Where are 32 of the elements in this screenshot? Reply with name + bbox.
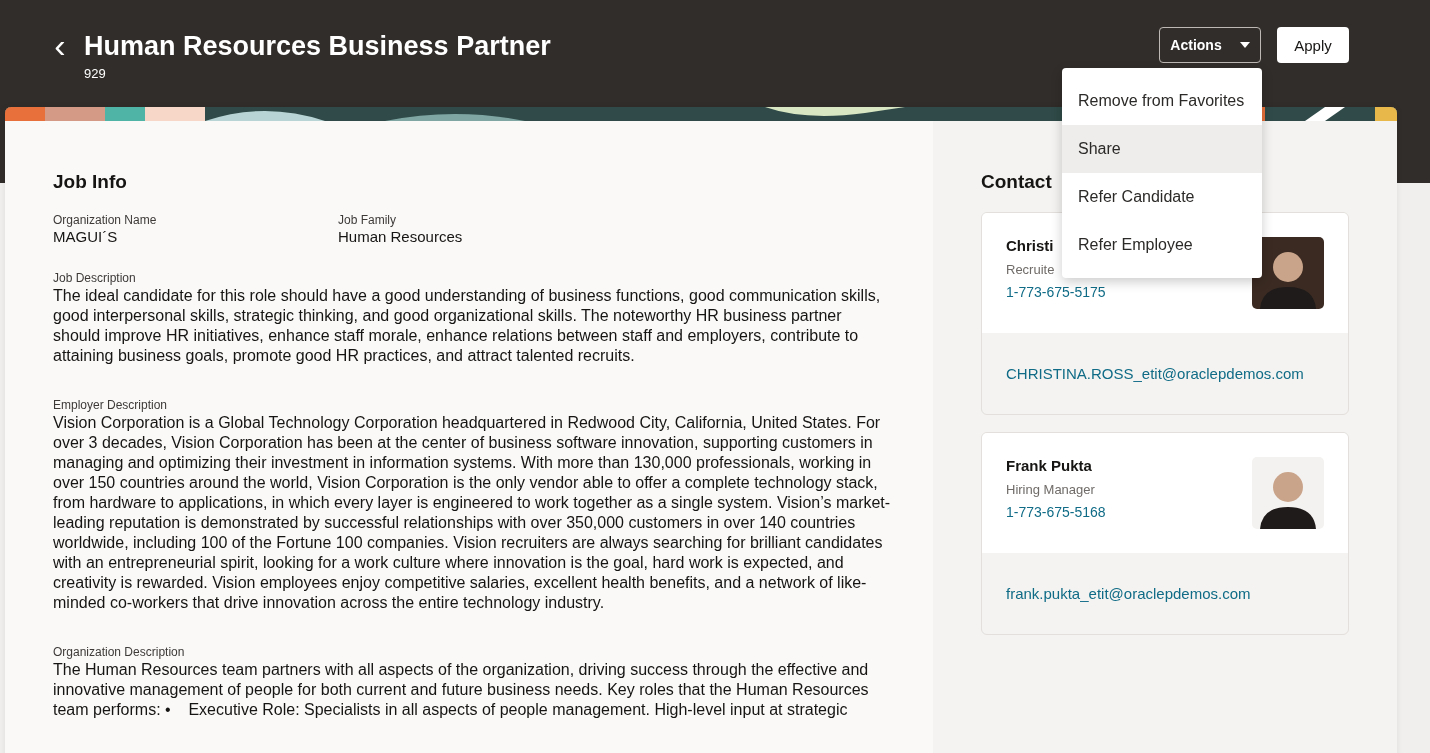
page-title: Human Resources Business Partner xyxy=(84,30,551,63)
field-label: Organization Name xyxy=(53,213,158,227)
contact-name: Christi xyxy=(1006,237,1054,254)
description-text: The Human Resources team partners with all aspects of the organization, driving success through the effective and innovative management of people for both current and future business needs. Key roles that the Human Resources team performs: • Executive Role: Specialists in all aspects of people management. High-level input at strategic xyxy=(53,660,870,720)
description-text: Vision Corporation is a Global Technology Corporation headquartered in Redwood City, California, United States. For over 3 decades, Vision Corporation has been at the center of business software innovation, supporting customers in managing and optimizing their investment in information systems. With more than 130,000 professionals, working in over 150 countries around the world, Vision Corporation is the only vendor able to offer a complete technology stack, from hardware to applications, in which every layer is engineered to work together as a single system. Vision’s market-leading reputation is demonstrated by successful relationships with over 350,000 customers in over 140 countries worldwide, including 100 of the Fortune 100 companies. Vision recruiters are always searching for brilliant candidates with an entrepreneurial spirit, looking for a work culture where innovation is the goal, hard work is expected, and creativity is rewarded. Vision employees enjoy competitive salaries, excellent health benefits, and a network of like-minded co-workers that drive innovation across the entire technology industry. xyxy=(53,413,892,613)
field-label: Job Description xyxy=(53,271,137,285)
email-link[interactable]: frank.pukta_etit@oraclepdemos.com xyxy=(1006,585,1324,602)
section-title: Contact xyxy=(981,171,1053,193)
field-label: Employer Description xyxy=(53,398,169,412)
field-value: Human Resources xyxy=(338,228,464,245)
contact-role: Hiring Manager xyxy=(1006,482,1095,497)
menu-item[interactable]: Refer Candidate xyxy=(1062,173,1262,221)
section-title: Job Info xyxy=(53,171,128,193)
field-value: MAGUI´S xyxy=(53,228,119,245)
menu-item[interactable]: Refer Employee xyxy=(1062,221,1262,269)
menu-item[interactable]: Remove from Favorites xyxy=(1062,77,1262,125)
menu-item[interactable]: Share xyxy=(1062,125,1262,173)
email-link[interactable]: CHRISTINA.ROSS_etit@oraclepdemos.com xyxy=(1006,365,1324,382)
phone-link[interactable]: 1-773-675-5168 xyxy=(1006,504,1106,520)
phone-link[interactable]: 1-773-675-5175 xyxy=(1006,284,1106,300)
requisition-number: 929 xyxy=(84,66,107,81)
field-label: Job Family xyxy=(338,213,397,227)
description-text: The ideal candidate for this role should have a good understanding of business functions, good communication skills, good interpersonal skills, strategic thinking, and good organizational skills. The noteworthy HR business partner should improve HR initiatives, enhance staff morale, enhance relations between staff and employers, contribute to attaining business goals, promote good HR practices, and attract talented recruits. xyxy=(53,286,882,366)
caret-icon xyxy=(1239,42,1250,48)
actions-button[interactable]: Actions xyxy=(1159,27,1261,63)
contact-name: Frank Pukta xyxy=(1006,457,1092,474)
apply-button[interactable]: Apply xyxy=(1277,27,1349,63)
avatar-icon xyxy=(1252,457,1324,529)
field-label: Organization Description xyxy=(53,645,186,659)
back-button[interactable]: ‹ xyxy=(50,28,70,62)
avatar-icon xyxy=(1252,237,1324,309)
contact-role: Recruite xyxy=(1006,262,1055,277)
